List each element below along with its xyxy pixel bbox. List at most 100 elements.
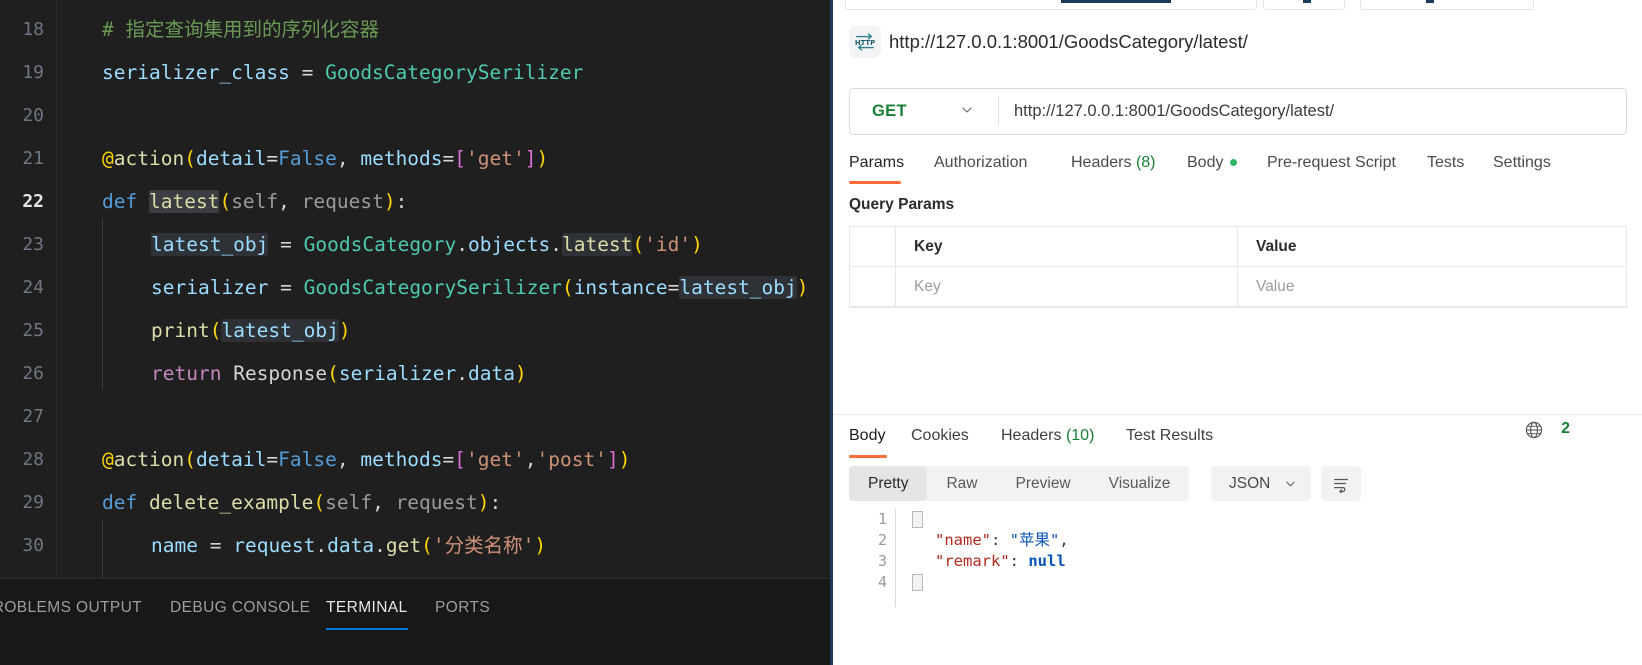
token-variable: serializer_class <box>102 61 290 84</box>
format-raw-button[interactable]: Raw <box>927 466 996 501</box>
select-all-cell[interactable] <box>850 227 896 266</box>
line-number-gutter: 18 19 20 21 22 23 24 25 26 27 28 29 30 <box>0 0 57 578</box>
token-keyword: def <box>102 190 138 213</box>
response-tab-bar: Body Cookies Headers (10) Test Results <box>849 423 1639 458</box>
json-fold-guide <box>895 509 896 607</box>
response-tab-body[interactable]: Body <box>849 423 888 458</box>
json-comma: , <box>1059 531 1069 549</box>
token-attribute: latest <box>561 233 633 256</box>
token-paren: ) <box>338 319 351 342</box>
token-operator: = <box>442 448 455 471</box>
token-bracket: [ <box>454 147 467 170</box>
token-paren: ) <box>534 534 547 557</box>
response-body-json[interactable]: 1 2 3 4 "name": "苹果", "remark": null <box>849 507 1627 617</box>
token-operator: = <box>301 61 314 84</box>
postman-window: HTTP http://127.0.0.1:8001/GoodsCategory… <box>830 0 1642 665</box>
format-preview-button[interactable]: Preview <box>997 466 1090 501</box>
token-comma: , <box>336 448 361 471</box>
unsaved-dot-icon <box>1230 159 1238 167</box>
language-selector[interactable]: JSON <box>1211 466 1312 501</box>
tab-headers-count: (8) <box>1135 154 1156 171</box>
token-param: request <box>301 190 384 213</box>
token-comma: , <box>278 190 302 213</box>
tab-authorization[interactable]: Authorization <box>934 148 1027 182</box>
token-dot: . <box>456 362 469 385</box>
table-row[interactable]: Key Value <box>850 267 1626 307</box>
line-number: 28 <box>22 449 44 470</box>
token-variable: latest_obj <box>679 276 797 299</box>
line-number: 18 <box>22 19 44 40</box>
token-string: 'post' <box>536 448 607 471</box>
panel-tab-problems[interactable]: PROBLEMS <box>0 589 71 627</box>
token-param: self <box>231 190 279 213</box>
token-keyword: return <box>151 362 222 385</box>
token-attribute: data <box>468 362 515 385</box>
panel-tab-output[interactable]: OUTPUT <box>76 589 142 627</box>
token-string: 'id' <box>644 233 692 256</box>
query-params-table: Key Value Key Value <box>849 226 1627 308</box>
token-dot: . <box>374 534 386 557</box>
json-open-brace <box>912 511 923 528</box>
json-line-close <box>912 572 923 593</box>
tab-tests[interactable]: Tests <box>1427 148 1464 182</box>
row-checkbox-cell[interactable] <box>850 267 896 306</box>
token-operator: = <box>442 147 455 170</box>
language-label: JSON <box>1229 474 1271 492</box>
line-number: 21 <box>22 148 44 169</box>
svg-text:HTTP: HTTP <box>855 39 875 47</box>
table-header-row: Key Value <box>850 227 1626 267</box>
line-number: 19 <box>22 62 44 83</box>
token-attribute: data <box>327 534 375 557</box>
token-paren: ( <box>184 448 196 471</box>
line-number: 26 <box>22 363 44 384</box>
code-editor[interactable]: 18 19 20 21 22 23 24 25 26 27 28 29 30 #… <box>0 0 830 578</box>
tab-ghost[interactable] <box>1360 0 1534 10</box>
token-operator: = <box>209 534 222 557</box>
line-number: 27 <box>22 406 44 427</box>
tab-pre-request-script[interactable]: Pre-request Script <box>1267 148 1396 182</box>
value-input[interactable]: Value <box>1256 278 1295 296</box>
token-at: @ <box>102 448 114 471</box>
tab-body[interactable]: Body <box>1187 148 1238 182</box>
json-line-pair: "remark": null <box>935 551 1066 572</box>
key-input[interactable]: Key <box>914 278 941 296</box>
token-keyword: False <box>278 147 337 170</box>
token-paren: ) <box>796 276 809 299</box>
panel-tab-ports[interactable]: PORTS <box>435 589 490 627</box>
tab-ghost[interactable] <box>845 0 1257 10</box>
json-line-numbers: 1 2 3 4 <box>849 507 895 617</box>
token-param: self <box>325 491 373 514</box>
column-header-key: Key <box>914 237 943 255</box>
toolbar-ghost <box>1303 0 1311 3</box>
panel-tab-terminal[interactable]: TERMINAL <box>326 589 408 630</box>
response-tab-cookies[interactable]: Cookies <box>911 423 969 453</box>
panel-tab-debug-console[interactable]: DEBUG CONSOLE <box>170 589 310 627</box>
tab-settings[interactable]: Settings <box>1493 148 1551 182</box>
line-number: 25 <box>22 320 44 341</box>
method-selector[interactable]: GET <box>850 89 998 134</box>
indent-guide <box>102 519 103 578</box>
format-visualize-button[interactable]: Visualize <box>1090 466 1190 501</box>
wrap-lines-icon[interactable] <box>1321 466 1361 501</box>
tab-params[interactable]: Params <box>849 148 904 184</box>
code-line: latest_obj = GoodsCategory.objects.lates… <box>151 223 703 266</box>
code-content[interactable]: # 指定查询集用到的序列化容器 serializer_class = Goods… <box>56 0 830 578</box>
url-input[interactable]: http://127.0.0.1:8001/GoodsCategory/late… <box>1014 89 1616 134</box>
token-comment: # 指定查询集用到的序列化容器 <box>102 18 379 41</box>
method-divider <box>998 97 999 126</box>
response-tab-headers[interactable]: Headers (10) <box>1001 423 1094 453</box>
token-function: action <box>113 448 185 471</box>
json-line-number: 2 <box>877 531 887 549</box>
code-line: serializer = GoodsCategorySerilizer(inst… <box>151 266 809 309</box>
token-paren: ( <box>313 491 326 514</box>
bottom-panel-tab-bar: PROBLEMS OUTPUT DEBUG CONSOLE TERMINAL P… <box>0 578 830 665</box>
format-pretty-button[interactable]: Pretty <box>849 466 928 501</box>
tab-headers[interactable]: Headers (8) <box>1071 148 1156 182</box>
response-tab-test-results[interactable]: Test Results <box>1126 423 1213 453</box>
http-icon: HTTP <box>849 26 881 58</box>
